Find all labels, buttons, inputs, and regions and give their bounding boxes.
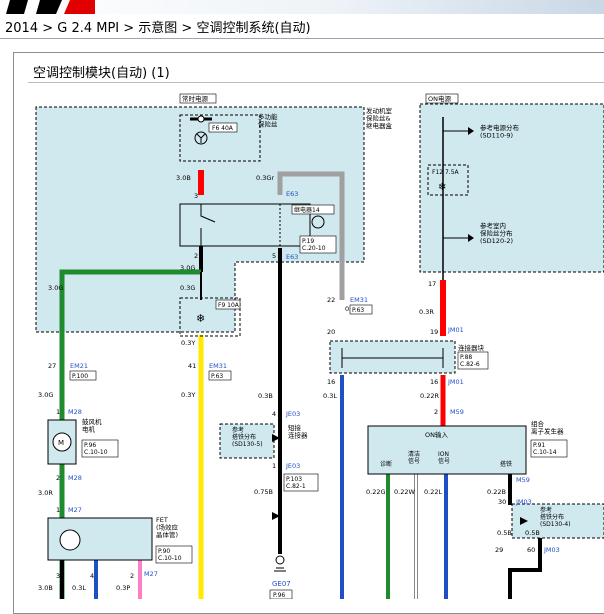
svg-text:5: 5: [272, 252, 276, 260]
svg-text:16: 16: [327, 378, 335, 386]
svg-text:0.5B: 0.5B: [497, 529, 512, 537]
on-input-label: ON输入: [425, 430, 448, 439]
svg-text:P.100: P.100: [72, 373, 88, 380]
connector-e63-top: E63: [286, 190, 298, 198]
svg-text:P.63: P.63: [352, 307, 364, 314]
svg-text:17: 17: [428, 280, 436, 288]
svg-text:0.22R: 0.22R: [420, 392, 439, 400]
svg-text:19: 19: [430, 328, 438, 336]
svg-text:20: 20: [327, 328, 335, 336]
multi-fuse-label: 多功能保险丝: [258, 112, 278, 129]
svg-text:29: 29: [495, 546, 503, 554]
svg-text:0.3Y: 0.3Y: [181, 339, 195, 347]
svg-text:清洁信号: 清洁信号: [408, 450, 420, 465]
fet-icon: [59, 529, 81, 551]
svg-text:0.22G: 0.22G: [366, 488, 386, 496]
svg-text:1: 1: [56, 408, 60, 416]
connector-m59-bottom: M59: [516, 476, 530, 484]
svg-text:P.96: P.96: [273, 592, 285, 599]
svg-text:M: M: [58, 439, 64, 447]
svg-text:27: 27: [48, 362, 56, 370]
svg-text:2: 2: [434, 408, 438, 416]
connector-em21: EM21: [70, 362, 88, 370]
svg-text:1: 1: [272, 462, 276, 470]
svg-text:3.0R: 3.0R: [38, 489, 53, 497]
connector-jm01-top: JM01: [447, 326, 464, 334]
svg-text:0.22B: 0.22B: [487, 488, 506, 496]
svg-text:1: 1: [56, 506, 60, 514]
svg-text:60: 60: [527, 546, 535, 554]
svg-text:2: 2: [56, 474, 60, 482]
svg-text:30: 30: [498, 498, 506, 506]
svg-text:3.0G: 3.0G: [48, 284, 63, 292]
on-power-label: ON电源: [428, 94, 451, 103]
svg-text:F9 10A: F9 10A: [218, 302, 240, 309]
fuse-f9-icon: ❄: [196, 312, 205, 325]
svg-text:FET(场效应晶体管): FET (场效应晶体管): [156, 516, 179, 539]
connector-block-label: 连接器块: [458, 343, 485, 352]
svg-text:0.3L: 0.3L: [72, 584, 86, 592]
connector-m28-top: M28: [68, 408, 82, 416]
svg-text:0.75B: 0.75B: [254, 488, 273, 496]
svg-text:41: 41: [188, 362, 196, 370]
connector-e63-bottom: E63: [286, 253, 298, 261]
ion-generator-label: 组合离子发生器: [531, 419, 564, 436]
connector-block-box: [329, 340, 456, 374]
svg-text:GE07: GE07: [272, 580, 291, 588]
svg-text:短接连接器: 短接连接器: [288, 423, 308, 440]
svg-text:搭铁: 搭铁: [500, 460, 512, 468]
connector-m28-bottom: M28: [68, 474, 82, 482]
svg-text:ION信号: ION 信号: [438, 451, 450, 465]
svg-text:鼓风机电机: 鼓风机电机: [82, 417, 102, 434]
wire-black-jm03: [508, 530, 542, 599]
svg-text:0.22W: 0.22W: [394, 488, 415, 496]
wiring-diagram: F6 40A 多功能保险丝 发动机室保险丝&继电器盒 常时电源 继电器14 P.…: [35, 93, 604, 599]
svg-text:3.0B: 3.0B: [176, 174, 191, 182]
svg-text:0.3G: 0.3G: [180, 284, 195, 292]
svg-text:22: 22: [327, 296, 335, 304]
svg-text:4: 4: [272, 410, 276, 418]
svg-text:2: 2: [130, 572, 134, 580]
fuse-f12-icon: ❄: [438, 182, 446, 193]
svg-text:诊断: 诊断: [380, 460, 392, 468]
svg-text:3.0G: 3.0G: [180, 264, 195, 272]
svg-text:F6 40A: F6 40A: [212, 125, 234, 132]
connector-jm03-bottom: JM03: [543, 546, 560, 554]
always-power-label: 常时电源: [182, 94, 209, 103]
svg-text:0.3R: 0.3R: [419, 308, 434, 316]
connector-je03-top: JE03: [285, 410, 300, 418]
svg-text:F12 7.5A: F12 7.5A: [432, 169, 460, 176]
connector-m27-bottom: M27: [144, 570, 158, 578]
svg-text:0.5B: 0.5B: [525, 529, 540, 537]
svg-text:16: 16: [430, 378, 438, 386]
svg-text:3.0G: 3.0G: [38, 391, 53, 399]
ground-ge07-icon: [275, 555, 285, 565]
connector-je03-bottom: JE03: [285, 462, 300, 470]
svg-text:3: 3: [56, 572, 60, 580]
connector-m27-top: M27: [68, 506, 82, 514]
relay-14-label: 继电器14: [294, 206, 320, 214]
connector-em31-left: EM31: [209, 362, 227, 370]
svg-text:P.63: P.63: [211, 373, 223, 380]
svg-text:0.3P: 0.3P: [116, 584, 130, 592]
svg-text:0.3Gr: 0.3Gr: [256, 174, 274, 182]
svg-text:0.22L: 0.22L: [424, 488, 442, 496]
svg-text:2: 2: [194, 252, 198, 260]
connector-em31-right: EM31: [350, 296, 368, 304]
connector-jm01-bottom: JM01: [447, 378, 464, 386]
engine-room-label: 发动机室保险丝&继电器盒: [366, 106, 393, 130]
svg-text:3: 3: [194, 192, 198, 200]
svg-text:3.0B: 3.0B: [38, 584, 53, 592]
svg-text:0.3Y: 0.3Y: [181, 391, 195, 399]
connector-jm03-top: JM03: [515, 498, 532, 506]
svg-text:0.3B: 0.3B: [258, 392, 273, 400]
connector-m59-top: M59: [450, 408, 464, 416]
svg-text:4: 4: [90, 572, 94, 580]
svg-text:0.3L: 0.3L: [323, 392, 337, 400]
